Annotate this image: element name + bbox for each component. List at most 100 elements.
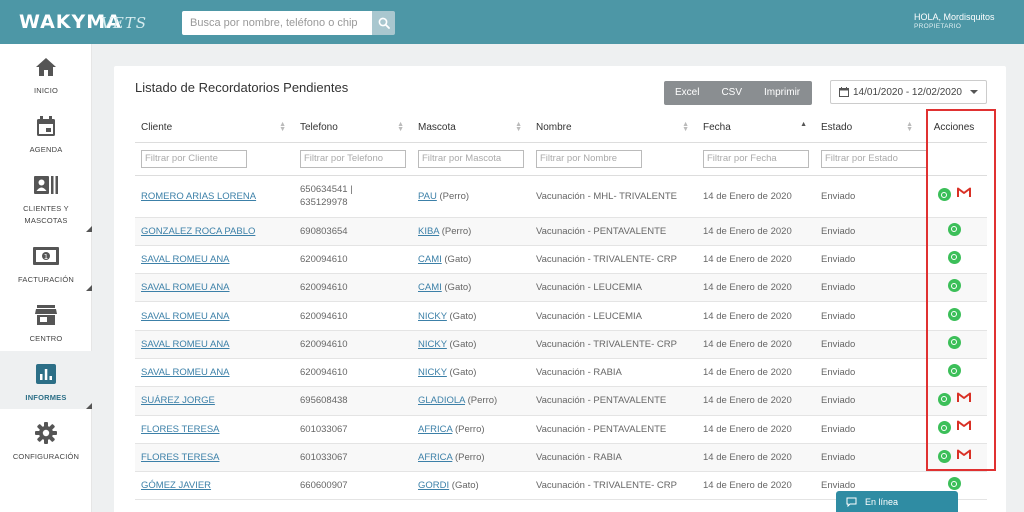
- pet-link[interactable]: NICKY: [418, 311, 447, 322]
- client-link[interactable]: GÓMEZ JAVIER: [141, 480, 211, 491]
- whatsapp-icon[interactable]: [937, 449, 951, 463]
- cell-fecha: 14 de Enero de 2020: [697, 245, 815, 275]
- sidebar-item-informes[interactable]: INFORMES: [0, 351, 92, 409]
- filter-cell: [921, 142, 987, 176]
- whatsapp-icon[interactable]: [937, 421, 951, 435]
- search-button[interactable]: [372, 11, 395, 35]
- pet-link[interactable]: NICKY: [418, 367, 447, 378]
- search-input[interactable]: [182, 11, 372, 35]
- cell-telefono: 620094610: [294, 245, 412, 275]
- sort-icon: ▲ ▼: [906, 121, 913, 133]
- expand-arrow-icon: [86, 403, 92, 409]
- actions-group: [937, 392, 971, 407]
- pet-link[interactable]: AFRICA: [418, 452, 452, 463]
- pet-link[interactable]: NICKY: [418, 339, 447, 350]
- client-link[interactable]: FLORES TERESA: [141, 452, 220, 463]
- column-header-cliente[interactable]: Cliente ▲ ▼: [135, 114, 294, 143]
- user-greeting[interactable]: HOLA, Mordisquitos: [914, 12, 995, 22]
- whatsapp-icon[interactable]: [947, 335, 961, 349]
- cell-acciones: [921, 358, 987, 388]
- chat-online-button[interactable]: En línea: [836, 491, 958, 512]
- cell-nombre: Vacunación - PENTAVALENTE: [530, 217, 697, 246]
- client-link[interactable]: SAVAL ROMEU ANA: [141, 339, 230, 350]
- csv-button[interactable]: CSV: [710, 81, 753, 105]
- date-range-picker[interactable]: 14/01/2020 - 12/02/2020: [830, 80, 987, 104]
- whatsapp-icon[interactable]: [937, 392, 951, 406]
- client-link[interactable]: SUÁREZ JORGE: [141, 395, 215, 406]
- pet-link[interactable]: GLADIOLA: [418, 395, 465, 406]
- phone-value: 620094610: [300, 282, 348, 294]
- whatsapp-icon[interactable]: [947, 250, 961, 264]
- pet-type: (Perro): [441, 225, 472, 237]
- filter-estado-input[interactable]: [821, 149, 927, 168]
- reminder-date: 14 de Enero de 2020: [703, 480, 792, 492]
- gmail-icon[interactable]: [956, 392, 971, 407]
- gmail-icon[interactable]: [956, 449, 971, 464]
- cell-acciones: [921, 273, 987, 303]
- table-row: GONZALEZ ROCA PABLO 690803654 KIBA (Perro)…: [135, 217, 987, 246]
- whatsapp-icon[interactable]: [947, 307, 961, 321]
- sidebar-item-inicio[interactable]: INICIO: [0, 44, 92, 102]
- filter-fecha-input[interactable]: [703, 149, 809, 168]
- cell-nombre: Vacunación - PENTAVALENTE: [530, 415, 697, 444]
- client-link[interactable]: SAVAL ROMEU ANA: [141, 367, 230, 378]
- pet-link[interactable]: CAMI: [418, 282, 442, 293]
- table-row: SAVAL ROMEU ANA 620094610 NICKY (Gato) Vacu…: [135, 330, 987, 359]
- pet-link[interactable]: GORDI: [418, 480, 449, 491]
- cell-nombre: Vacunación - LEUCEMIA: [530, 301, 697, 331]
- whatsapp-icon[interactable]: [947, 364, 961, 378]
- whatsapp-icon[interactable]: [947, 222, 961, 236]
- sidebar-item-configuracion[interactable]: CONFIGURACIÓN: [0, 410, 92, 468]
- whatsapp-icon[interactable]: [937, 188, 951, 201]
- column-header-label: Acciones: [933, 122, 975, 134]
- client-link[interactable]: ROMERO ARIAS LORENA: [141, 191, 256, 202]
- column-header-label: Estado: [821, 122, 853, 134]
- sidebar-item-label: FACTURACIÓN: [18, 275, 74, 284]
- column-header-estado[interactable]: Estado ▲ ▼: [815, 114, 921, 143]
- column-header-fecha[interactable]: Fecha ▲: [697, 114, 815, 143]
- whatsapp-icon[interactable]: [947, 477, 961, 491]
- pet-link[interactable]: AFRICA: [418, 424, 452, 435]
- cell-fecha: 14 de Enero de 2020: [697, 217, 815, 246]
- cell-telefono: 620094610: [294, 358, 412, 388]
- expand-arrow-icon: [86, 285, 92, 291]
- cell-estado: Enviado: [815, 245, 921, 275]
- client-link[interactable]: FLORES TERESA: [141, 424, 220, 435]
- print-button[interactable]: Imprimir: [753, 81, 811, 105]
- pet-link[interactable]: KIBA: [418, 226, 439, 237]
- filter-telefono-input[interactable]: [300, 149, 406, 168]
- sidebar-item-clientes[interactable]: CLIENTES Y MASCOTAS: [0, 162, 92, 232]
- cell-nombre: Vacunación - TRIVALENTE- CRP: [530, 330, 697, 359]
- actions-group: [937, 187, 971, 202]
- filter-cliente-input[interactable]: [141, 149, 247, 168]
- client-link[interactable]: GONZALEZ ROCA PABLO: [141, 226, 255, 237]
- column-header-telefono[interactable]: Telefono ▲ ▼: [294, 114, 412, 143]
- cell-acciones: [921, 443, 987, 473]
- client-link[interactable]: SAVAL ROMEU ANA: [141, 282, 230, 293]
- chat-label: En línea: [865, 496, 899, 507]
- filter-mascota-input[interactable]: [418, 149, 524, 168]
- sidebar-item-agenda[interactable]: AGENDA: [0, 103, 92, 161]
- filter-nombre-input[interactable]: [536, 149, 642, 168]
- table-row: SAVAL ROMEU ANA 620094610 NICKY (Gato) Vacu…: [135, 358, 987, 388]
- column-header-mascota[interactable]: Mascota ▲ ▼: [412, 114, 530, 143]
- column-header-nombre[interactable]: Nombre ▲ ▼: [530, 114, 697, 143]
- whatsapp-icon[interactable]: [947, 279, 961, 293]
- cell-cliente: SAVAL ROMEU ANA: [135, 330, 294, 359]
- reminder-name: Vacunación - MHL- TRIVALENTE: [536, 190, 677, 202]
- pet-link[interactable]: CAMI: [418, 254, 442, 265]
- gmail-icon[interactable]: [956, 420, 971, 435]
- cell-mascota: NICKY (Gato): [412, 330, 530, 359]
- sidebar-item-centro[interactable]: CENTRO: [0, 292, 92, 350]
- client-link[interactable]: SAVAL ROMEU ANA: [141, 254, 230, 265]
- app-logo-sub: VETS: [101, 14, 148, 32]
- pet-link[interactable]: PAU: [418, 191, 437, 202]
- pet-type: (Perro): [467, 395, 498, 407]
- excel-button[interactable]: Excel: [664, 81, 710, 105]
- status-value: Enviado: [821, 480, 856, 492]
- sidebar-item-label: CONFIGURACIÓN: [12, 452, 80, 461]
- phone-value: 650634541 |: [300, 184, 353, 195]
- client-link[interactable]: SAVAL ROMEU ANA: [141, 311, 230, 322]
- gmail-icon[interactable]: [956, 187, 971, 202]
- sidebar-item-facturacion[interactable]: 1 FACTURACIÓN: [0, 233, 92, 291]
